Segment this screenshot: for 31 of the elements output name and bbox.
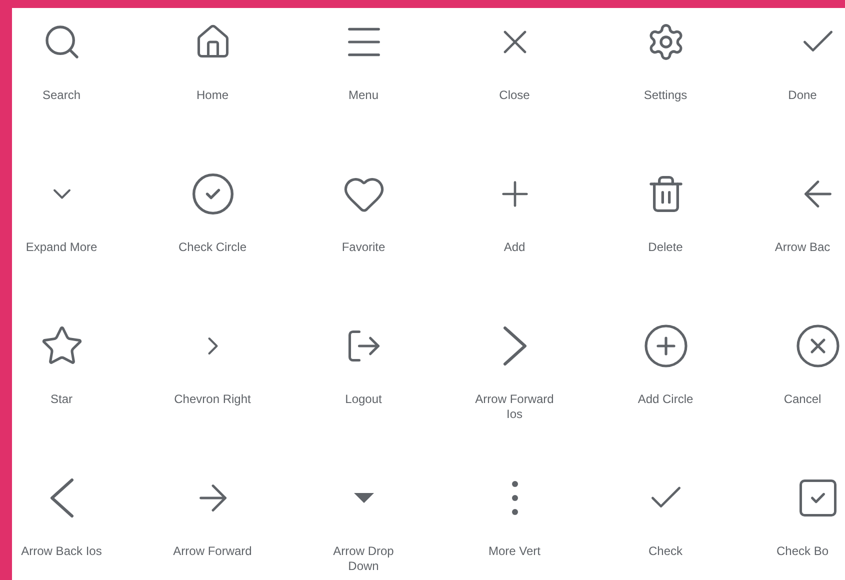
icon-label: Cancel [784, 392, 822, 407]
chevron-right-icon [502, 326, 526, 366]
icon-label: Delete [648, 240, 683, 255]
icon-label: More Vert [488, 544, 541, 559]
icon-label: Arrow Forward Ios [474, 392, 555, 422]
icon-label: Arrow Back Ios [21, 544, 102, 559]
icon-label: Check [648, 544, 682, 559]
more-vertical-icon [512, 481, 518, 515]
icon-label: Add [504, 240, 526, 255]
x-circle-icon [794, 322, 842, 370]
icon-label: Logout [345, 392, 382, 407]
plus-circle-icon [642, 322, 690, 370]
icon-label: Arrow Drop Down [332, 544, 395, 574]
chevron-left-icon [50, 478, 74, 518]
icon-label: Close [499, 88, 530, 103]
icon-label: Expand More [26, 240, 98, 255]
icon-label: Done [788, 88, 817, 103]
icon-label: Arrow Bac [774, 240, 830, 255]
icon-label: Star [50, 392, 72, 407]
triangle-down-icon [354, 493, 374, 503]
icon-label: Menu [348, 88, 379, 103]
icon-label: Search [42, 88, 81, 103]
icon-label: Chevron Right [174, 392, 251, 407]
icon-label: Home [196, 88, 228, 103]
icon-label: Settings [644, 88, 688, 103]
icon-label: Add Circle [638, 392, 694, 407]
icon-label: Favorite [342, 240, 386, 255]
icon-label: Arrow Forward [173, 544, 252, 559]
icon-label: Check Circle [178, 240, 246, 255]
icon-label: Check Bo [776, 544, 829, 559]
check-circle-icon [190, 171, 236, 217]
